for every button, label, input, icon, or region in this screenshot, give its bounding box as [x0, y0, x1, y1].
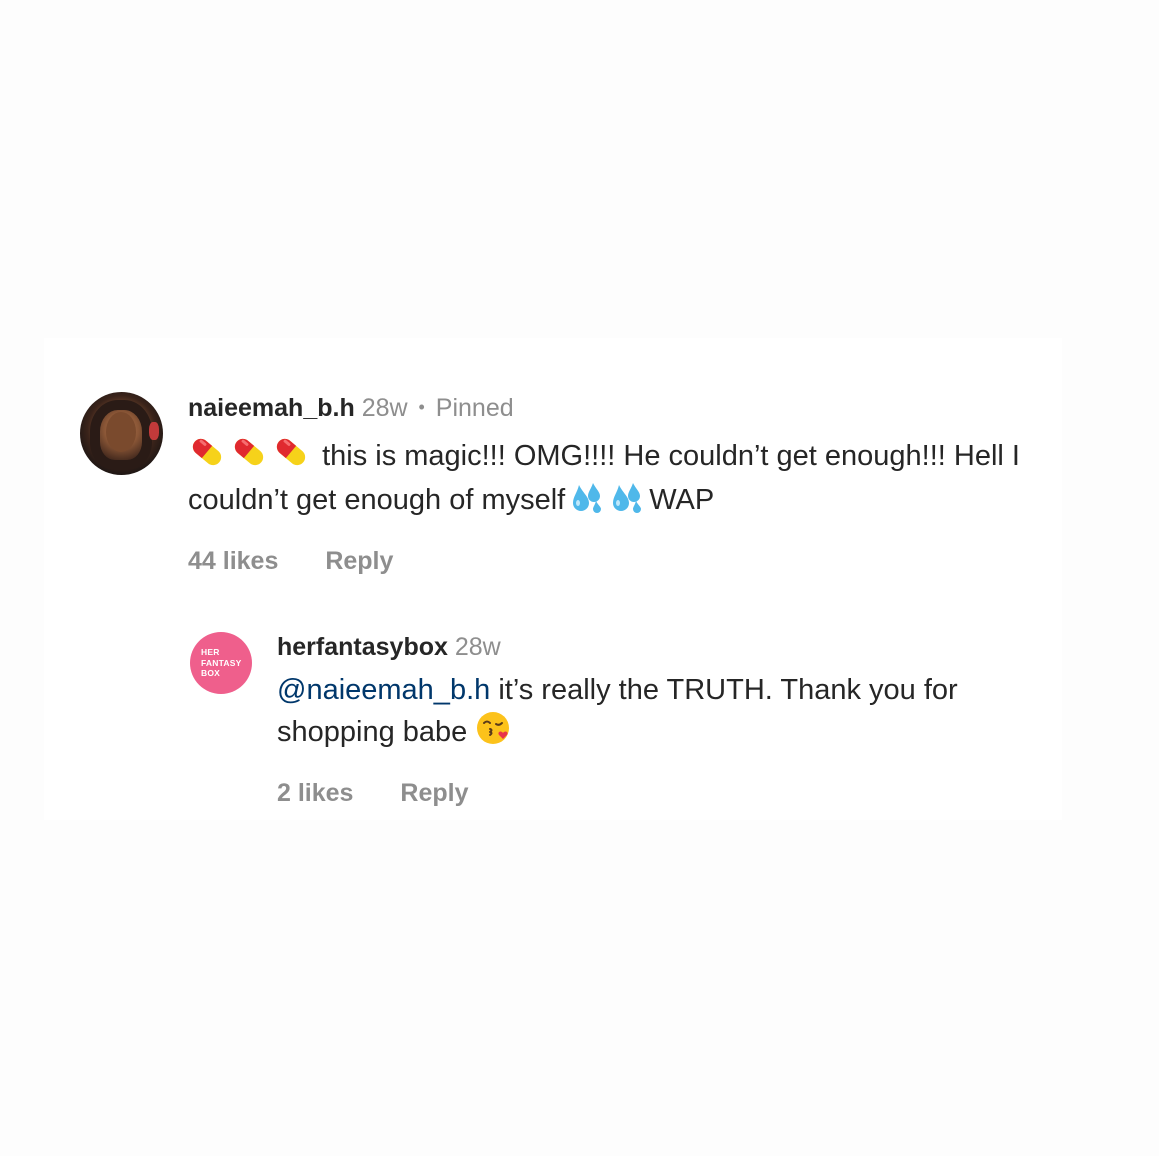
comment-actions: 2 likes Reply — [277, 779, 1047, 808]
avatar-face — [106, 412, 136, 452]
comment-text-tail: WAP — [649, 484, 715, 516]
page: naieemah_b.h 28w • Pinned this is magic!… — [0, 0, 1159, 1156]
mention-link[interactable]: @naieemah_b.h — [277, 674, 490, 706]
comment-header: herfantasybox 28w — [277, 632, 1047, 662]
comment-text: @naieemah_b.h it’s really the TRUTH. Tha… — [277, 672, 1047, 757]
comment-time: 28w — [361, 394, 408, 422]
user-avatar[interactable] — [80, 392, 163, 475]
avatar-background-light — [149, 422, 159, 440]
comment-body: naieemah_b.h 28w • Pinned this is magic!… — [188, 392, 1058, 576]
sweat-droplets-icon — [569, 481, 605, 525]
reply-button[interactable]: Reply — [400, 779, 468, 808]
brand-logo-text: HER FANTASY BOX — [201, 647, 242, 678]
pill-icon — [188, 433, 226, 481]
comment-header: naieemah_b.h 28w • Pinned — [188, 392, 1058, 423]
comment-text: this is magic!!! OMG!!!! He couldn’t get… — [188, 433, 1058, 525]
brand-logo[interactable]: HER FANTASY BOX — [190, 632, 252, 694]
likes-count[interactable]: 2 likes — [277, 779, 353, 808]
face-blowing-kiss-icon — [475, 709, 513, 757]
likes-count[interactable]: 44 likes — [188, 547, 278, 576]
reply-button[interactable]: Reply — [325, 547, 393, 576]
pill-icon — [272, 433, 310, 481]
comment-username[interactable]: naieemah_b.h — [188, 394, 355, 422]
comment-body: herfantasybox 28w @naieemah_b.h it’s rea… — [277, 632, 1047, 808]
comment-username[interactable]: herfantasybox — [277, 633, 448, 661]
sweat-droplets-icon — [609, 481, 645, 525]
comment-actions: 44 likes Reply — [188, 547, 1058, 576]
meta-separator: • — [418, 397, 425, 417]
pill-icon — [230, 433, 268, 481]
comment-time: 28w — [454, 633, 501, 661]
pinned-label: Pinned — [435, 394, 514, 422]
